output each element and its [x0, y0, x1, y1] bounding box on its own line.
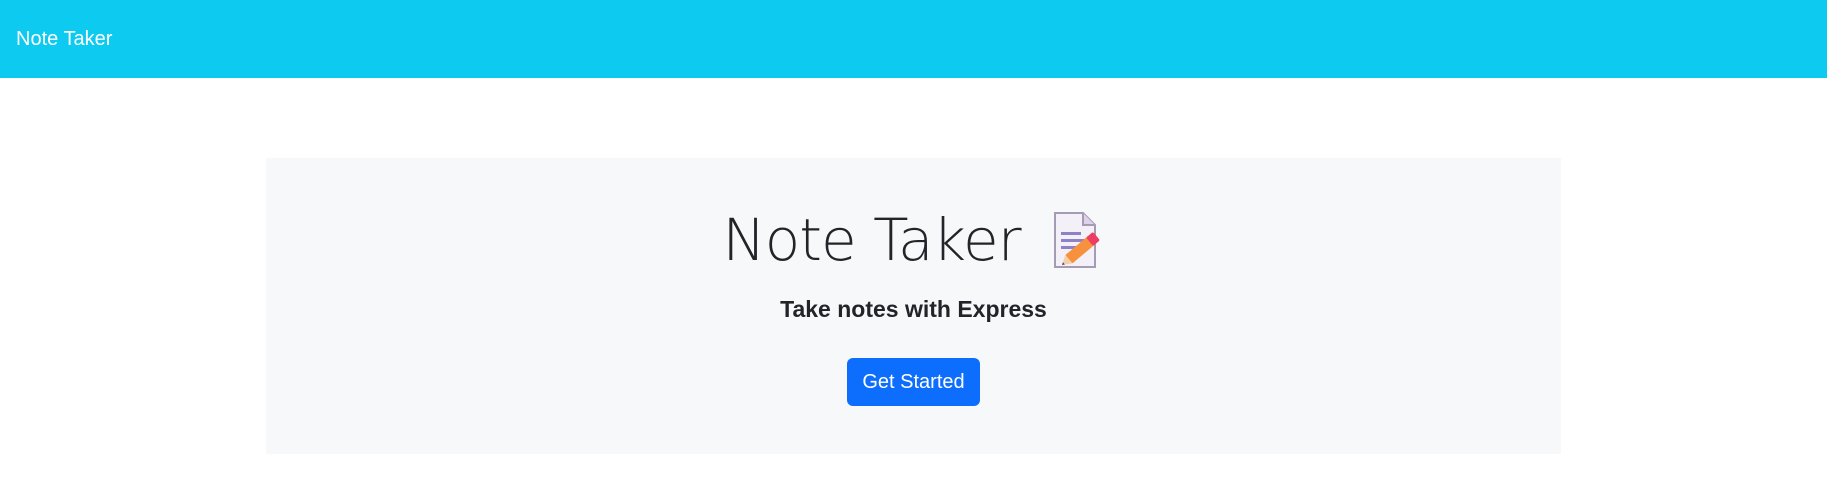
- hero-title-row: Note Taker: [266, 210, 1561, 270]
- hero-section: Note Taker Take notes with Express Get S…: [266, 158, 1561, 454]
- top-navbar: Note Taker: [0, 0, 1827, 78]
- memo-pencil-icon: [1049, 210, 1105, 270]
- hero-subtitle: Take notes with Express: [780, 296, 1047, 322]
- get-started-button[interactable]: Get Started: [847, 358, 980, 406]
- page-title: Note Taker: [722, 206, 1021, 274]
- navbar-brand-link[interactable]: Note Taker: [16, 28, 112, 51]
